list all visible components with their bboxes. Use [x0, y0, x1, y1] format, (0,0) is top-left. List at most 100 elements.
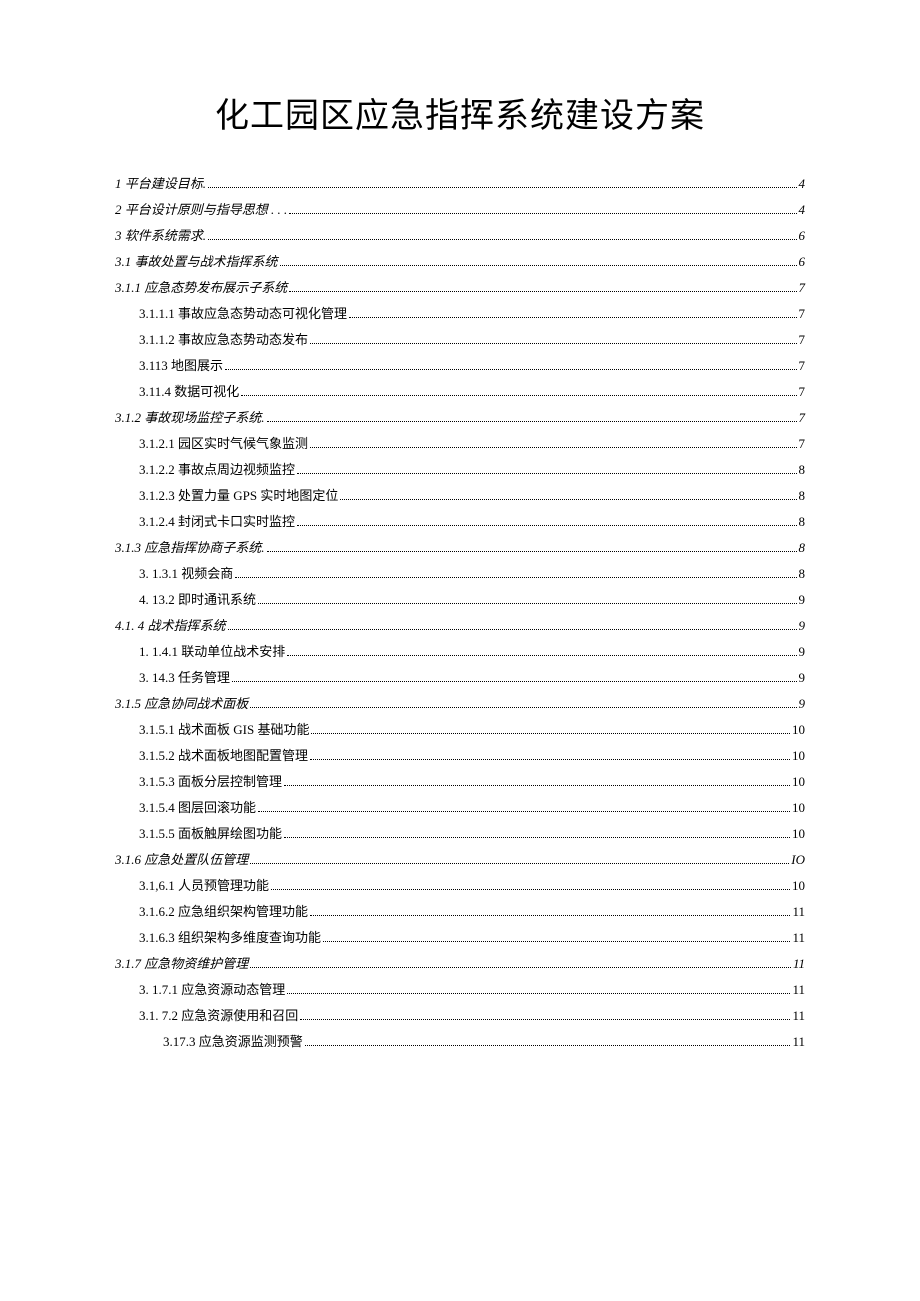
toc-entry: 3.1. 7.2 应急资源使用和召回 11	[115, 1009, 805, 1023]
toc-entry-page: 8	[799, 463, 806, 476]
toc-entry: 3.1.1.2 事故应急态势动态发布7	[115, 333, 805, 347]
toc-entry: 2 平台设计原则与指导思想 . . .4	[115, 203, 805, 217]
toc-entry-page: 8	[799, 515, 806, 528]
toc-entry-page: 11	[792, 983, 805, 996]
toc-leader-dots	[310, 915, 790, 916]
toc-entry: 3.1.2.2 事故点周边视频监控 8	[115, 463, 805, 477]
document-page: 化工园区应急指挥系统建设方案 1 平台建设目标.42 平台设计原则与指导思想 .…	[0, 0, 920, 1301]
toc-entry-label: 3.11.4 数据可视化	[139, 385, 239, 398]
toc-entry-label: 3.1.5.2 战术面板地图配置管理	[139, 749, 308, 762]
toc-leader-dots	[250, 863, 789, 864]
toc-entry-page: 10	[792, 723, 805, 736]
toc-entry-label: 3.1.2.2 事故点周边视频监控	[139, 463, 295, 476]
toc-entry-page: 7	[799, 437, 806, 450]
toc-entry-label: 3.1.2.1 园区实时气候气象监测	[139, 437, 308, 450]
toc-entry-label: 3.1. 7.2 应急资源使用和召回	[139, 1009, 298, 1022]
toc-leader-dots	[340, 499, 796, 500]
toc-entry: 3.1.2.1 园区实时气候气象监测 7	[115, 437, 805, 451]
toc-entry-label: 3.1.5 应急协同战术面板	[115, 697, 248, 710]
toc-entry-page: 11	[792, 1035, 805, 1048]
toc-entry: 3.1.2.3 处置力量 GPS 实时地图定位 8	[115, 489, 805, 503]
toc-entry-label: 3.1.5.3 面板分层控制管理	[139, 775, 282, 788]
toc-entry-page: 7	[799, 281, 806, 294]
toc-leader-dots	[258, 603, 796, 604]
toc-leader-dots	[208, 239, 796, 240]
toc-entry: 3.1.5.5 面板触屏绘图功能10	[115, 827, 805, 841]
toc-entry: 3.1.2 事故现场监控子系统.7	[115, 411, 805, 425]
toc-entry-page: 4	[799, 177, 806, 190]
toc-entry-label: 3.17.3 应急资源监测预警	[163, 1035, 303, 1048]
toc-entry-label: 3.1.1 应急态势发布展示子系统	[115, 281, 287, 294]
toc-entry-page: 11	[793, 957, 805, 970]
toc-leader-dots	[289, 213, 796, 214]
toc-entry: 3.1.6.2 应急组织架构管理功能11	[115, 905, 805, 919]
toc-entry-label: 4. 13.2 即时通讯系统	[139, 593, 256, 606]
toc-entry-page: 10	[792, 879, 805, 892]
toc-entry-label: 3.1.6.3 组织架构多维度查询功能	[139, 931, 321, 944]
toc-entry-label: 3.1.7 应急物资维护管理	[115, 957, 248, 970]
toc-leader-dots	[225, 369, 796, 370]
toc-leader-dots	[232, 681, 796, 682]
toc-entry-page: 8	[799, 541, 806, 554]
toc-entry: 1. 1.4.1 联动单位战术安排9	[115, 645, 805, 659]
toc-entry-page: 9	[799, 619, 806, 632]
toc-entry-page: IO	[791, 853, 805, 866]
toc-entry-label: 3.113 地图展示	[139, 359, 223, 372]
toc-entry-page: 7	[799, 307, 806, 320]
toc-leader-dots	[235, 577, 796, 578]
toc-entry: 3. 14.3 任务管理 9	[115, 671, 805, 685]
toc-leader-dots	[289, 291, 796, 292]
toc-entry: 3.1.1.1 事故应急态势动态可视化管理 7	[115, 307, 805, 321]
toc-entry-label: 3. 1.3.1 视频会商	[139, 567, 233, 580]
toc-entry: 3.1 事故处置与战术指挥系统6	[115, 255, 805, 269]
toc-leader-dots	[349, 317, 796, 318]
toc-entry-page: 9	[799, 671, 806, 684]
toc-entry-page: 7	[799, 385, 806, 398]
table-of-contents: 1 平台建设目标. 4 2 平台设计原则与指导思想 . . .4 3 软件系统需求. 6…	[115, 177, 805, 1049]
toc-entry-page: 11	[792, 905, 805, 918]
toc-entry-label: 1 平台建设目标.	[115, 177, 206, 190]
toc-leader-dots	[267, 551, 797, 552]
toc-entry-page: 10	[792, 827, 805, 840]
toc-entry: 3.17.3 应急资源监测预警 11	[115, 1035, 805, 1049]
toc-entry-label: 3.1.5.4 图层回滚功能	[139, 801, 256, 814]
toc-leader-dots	[228, 629, 797, 630]
toc-leader-dots	[287, 993, 790, 994]
toc-entry-label: 2 平台设计原则与指导思想 . . .	[115, 203, 287, 216]
toc-leader-dots	[241, 395, 796, 396]
toc-entry: 4.1. 4 战术指挥系统 9	[115, 619, 805, 633]
toc-entry: 3.1,6.1 人员预管理功能 10	[115, 879, 805, 893]
toc-entry-page: 11	[792, 1009, 805, 1022]
toc-entry-label: 3. 1.7.1 应急资源动态管理	[139, 983, 285, 996]
toc-entry: 3.1.6 应急处置队伍管理 IO	[115, 853, 805, 867]
toc-entry-label: 3.1.3 应急指挥协商子系统.	[115, 541, 265, 554]
toc-entry-label: 3. 14.3 任务管理	[139, 671, 230, 684]
toc-entry-label: 3.1.6 应急处置队伍管理	[115, 853, 248, 866]
toc-leader-dots	[250, 967, 791, 968]
toc-entry: 3.1.1 应急态势发布展示子系统 7	[115, 281, 805, 295]
toc-entry: 3.113 地图展示 7	[115, 359, 805, 373]
toc-entry-label: 3.1.1.1 事故应急态势动态可视化管理	[139, 307, 347, 320]
toc-entry-page: 9	[799, 697, 806, 710]
toc-leader-dots	[310, 343, 796, 344]
toc-entry: 3.1.2.4 封闭式卡口实时监控 8	[115, 515, 805, 529]
toc-entry-page: 8	[799, 567, 806, 580]
toc-entry-label: 3 软件系统需求.	[115, 229, 206, 242]
toc-entry: 3.1.5.2 战术面板地图配置管理10	[115, 749, 805, 763]
toc-entry-label: 3.1.2.4 封闭式卡口实时监控	[139, 515, 295, 528]
toc-entry: 3.1.5.1 战术面板 GIS 基础功能10	[115, 723, 805, 737]
toc-entry-label: 4.1. 4 战术指挥系统	[115, 619, 226, 632]
toc-leader-dots	[310, 759, 790, 760]
toc-entry-page: 7	[799, 359, 806, 372]
toc-entry-page: 7	[799, 333, 806, 346]
toc-entry-page: 9	[799, 593, 806, 606]
toc-entry-page: 6	[799, 229, 806, 242]
toc-entry: 3. 1.7.1 应急资源动态管理 11	[115, 983, 805, 997]
toc-entry-label: 3.1,6.1 人员预管理功能	[139, 879, 269, 892]
toc-leader-dots	[250, 707, 796, 708]
toc-entry-page: 9	[799, 645, 806, 658]
toc-entry: 3.1.5 应急协同战术面板 9	[115, 697, 805, 711]
toc-leader-dots	[267, 421, 797, 422]
toc-leader-dots	[280, 265, 797, 266]
toc-leader-dots	[297, 473, 796, 474]
